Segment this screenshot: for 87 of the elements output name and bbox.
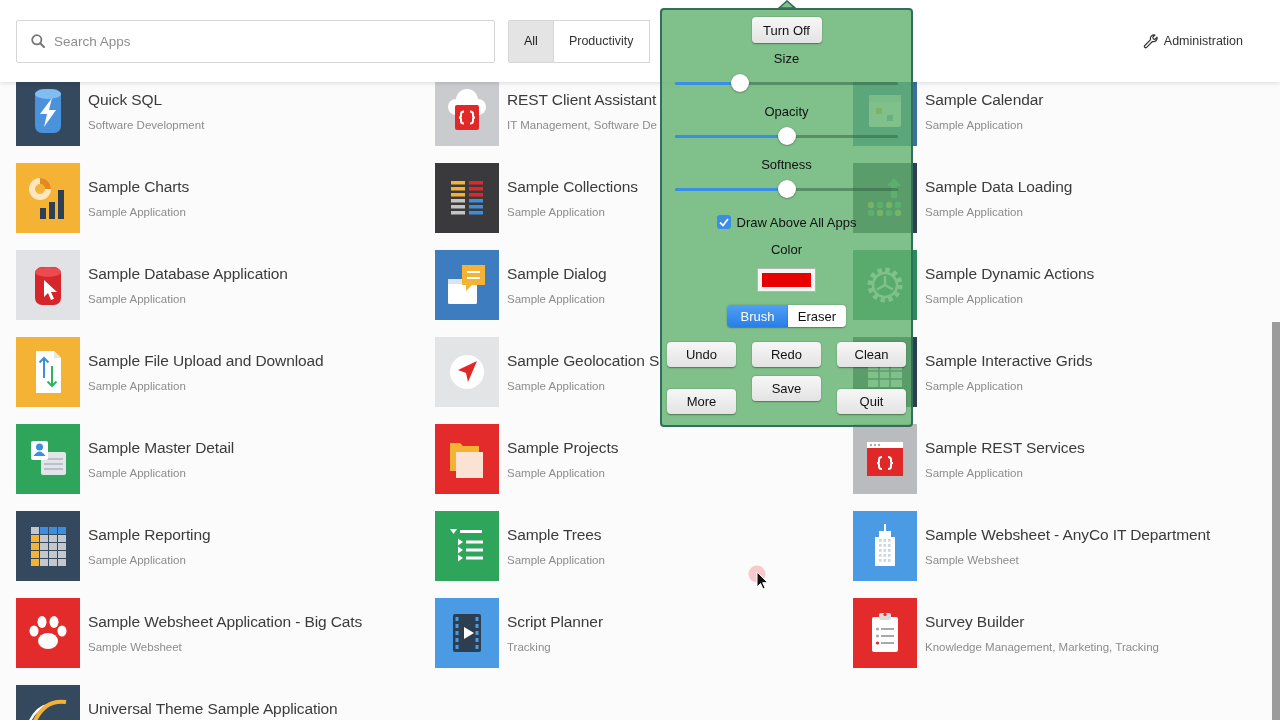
app-category: Sample Application <box>925 118 1023 133</box>
slider-thumb[interactable] <box>730 74 749 92</box>
action-button[interactable]: Redo <box>752 342 821 367</box>
app-category: Sample Application <box>88 205 186 220</box>
app-category: Sample Application <box>88 292 186 307</box>
action-button[interactable]: More <box>667 389 736 414</box>
app-title[interactable]: Sample Dynamic Actions <box>925 264 1095 284</box>
paw-icon[interactable] <box>16 598 80 668</box>
app-title[interactable]: Sample File Upload and Download <box>88 351 324 371</box>
filter-tab[interactable]: Productivity <box>553 19 650 63</box>
app-category: IT Management, Software De <box>507 118 657 133</box>
clipboard-list-icon[interactable] <box>853 598 917 668</box>
donut-bar-chart-icon[interactable] <box>16 163 80 233</box>
app-category: Sample Websheet <box>925 553 1019 568</box>
document-arrows-icon[interactable] <box>16 337 80 407</box>
app-category: Sample Application <box>88 379 186 394</box>
checkmark-icon <box>718 217 729 227</box>
app-title[interactable]: Sample Projects <box>507 438 619 458</box>
app-category: Sample Application <box>88 553 186 568</box>
table-icon[interactable] <box>16 511 80 581</box>
turn-off-button[interactable]: Turn Off <box>751 17 822 43</box>
film-play-icon[interactable] <box>435 598 499 668</box>
slider-thumb[interactable] <box>777 180 796 198</box>
action-button[interactable]: Undo <box>667 342 736 367</box>
swoosh-icon[interactable] <box>16 685 80 720</box>
app-title[interactable]: Sample Database Application <box>88 264 288 284</box>
app-category: Sample Application <box>507 292 605 307</box>
slider-label: Size <box>773 50 800 68</box>
app-title[interactable]: Sample Geolocation S <box>507 351 660 371</box>
action-button[interactable]: Clean <box>837 342 906 367</box>
app-category: Sample Application <box>925 292 1023 307</box>
app-category: Sample Application <box>925 379 1023 394</box>
app-title[interactable]: Sample Reporting <box>88 525 211 545</box>
filter-tab[interactable]: All <box>508 19 554 63</box>
contact-card-icon[interactable] <box>16 424 80 494</box>
braces-window-icon[interactable] <box>853 424 917 494</box>
app-title[interactable]: Sample Collections <box>507 177 638 197</box>
slider-label: Opacity <box>764 103 809 121</box>
app-category: Sample Application <box>507 379 605 394</box>
color-bars-icon[interactable] <box>435 163 499 233</box>
building-icon[interactable] <box>853 511 917 581</box>
tool-toggle[interactable]: Eraser <box>788 305 846 327</box>
app-title[interactable]: REST Client Assistant <box>507 90 657 110</box>
app-category: Tracking <box>507 640 551 655</box>
app-category: Software Development <box>88 118 205 133</box>
app-title[interactable]: Survey Builder <box>925 612 1025 632</box>
app-category: Sample Application <box>507 466 605 481</box>
app-title[interactable]: Sample Dialog <box>507 264 607 284</box>
tree-list-icon[interactable] <box>435 511 499 581</box>
app-category: Knowledge Management, Marketing, Tracking <box>925 640 1159 655</box>
app-category: Sample Application <box>507 553 605 568</box>
app-title[interactable]: Sample Websheet Application - Big Cats <box>88 612 363 632</box>
slider-label: Softness <box>761 156 812 174</box>
window-speech-bubble-icon[interactable] <box>435 250 499 320</box>
app-title[interactable]: Script Planner <box>507 612 603 632</box>
scrollbar-thumb[interactable] <box>1272 322 1280 720</box>
administration-link[interactable]: Administration <box>1142 33 1243 49</box>
search-icon <box>31 33 45 48</box>
app-title[interactable]: Universal Theme Sample Application <box>88 699 338 719</box>
app-title[interactable]: Sample Calendar <box>925 90 1044 110</box>
checkbox[interactable] <box>716 215 731 229</box>
color-well[interactable] <box>757 268 816 292</box>
folder-icon[interactable] <box>435 424 499 494</box>
database-cursor-icon[interactable] <box>16 250 80 320</box>
slider-thumb[interactable] <box>777 127 796 145</box>
action-button[interactable]: Save <box>752 376 821 401</box>
mouse-pointer-icon <box>748 565 768 591</box>
app-title[interactable]: Sample Charts <box>88 177 190 197</box>
app-category: Sample Application <box>925 466 1023 481</box>
action-button[interactable]: Quit <box>837 389 906 414</box>
app-category: Sample Application <box>507 205 605 220</box>
wrench-icon <box>1142 33 1159 49</box>
app-title[interactable]: Sample Trees <box>507 525 602 545</box>
app-title[interactable]: Sample Websheet - AnyCo IT Department <box>925 525 1211 545</box>
app-title[interactable]: Quick SQL <box>88 90 163 110</box>
search-field[interactable]: Search Apps <box>16 19 495 63</box>
app-category: Sample Application <box>88 466 186 481</box>
app-title[interactable]: Sample Data Loading <box>925 177 1073 197</box>
app-title[interactable]: Sample Interactive Grids <box>925 351 1093 371</box>
app-title[interactable]: Sample Master Detail <box>88 438 235 458</box>
app-category: Sample Websheet <box>88 640 182 655</box>
app-category: Sample Application <box>925 205 1023 220</box>
app-title[interactable]: Sample REST Services <box>925 438 1085 458</box>
database-lightning-icon[interactable] <box>16 82 80 146</box>
cloud-braces-icon[interactable] <box>435 82 499 146</box>
color-label: Color <box>770 241 803 259</box>
checkbox-label[interactable]: Draw Above All Apps <box>736 214 857 230</box>
